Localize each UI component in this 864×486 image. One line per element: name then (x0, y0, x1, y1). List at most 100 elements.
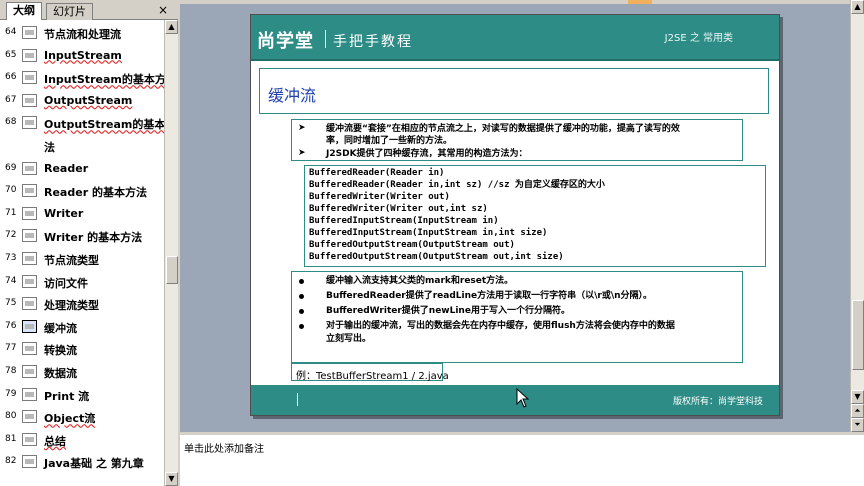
outline-item[interactable]: 80 Object流 (0, 406, 164, 428)
footer-mark (297, 393, 298, 406)
outline-item[interactable]: 68 OutputStream的基本方 (0, 112, 164, 134)
copyright: 版权所有：尚学堂科技 (672, 397, 763, 407)
outline-item[interactable]: 76 缓冲流 (0, 316, 164, 338)
outline-item-label[interactable]: Reader 的基本方法 (44, 184, 147, 200)
title-placeholder[interactable]: 缓冲流 (259, 68, 769, 114)
slide-icon[interactable] (22, 387, 37, 401)
slide-icon[interactable] (22, 410, 37, 424)
speaker-notes-pane[interactable]: 单击此处添加备注 (180, 432, 864, 486)
slide-number: 67 (5, 94, 17, 105)
scroll-up-icon[interactable]: ▲ (851, 0, 864, 14)
outline-item-label[interactable]: OutputStream的基本方 (44, 116, 164, 132)
next-slide-icon[interactable]: ⏷ (851, 418, 864, 432)
outline-item-label[interactable]: 总结 (44, 433, 66, 449)
outline-item-label[interactable]: 访问文件 (44, 275, 88, 291)
slide-number: 72 (5, 230, 17, 241)
slide-icon[interactable] (22, 319, 37, 333)
outline-item[interactable]: 法 (0, 135, 164, 157)
slide-icon[interactable] (22, 365, 37, 378)
outline-item-label[interactable]: Writer 的基本方法 (44, 229, 142, 245)
notes-placeholder[interactable]: 单击此处添加备注 (184, 440, 264, 455)
slide-icon[interactable] (22, 342, 37, 356)
outline-item-label[interactable]: 缓冲流 (44, 320, 77, 336)
outline-item-label[interactable]: InputStream的基本方法 (44, 71, 164, 87)
outline-item-label[interactable]: Object流 (44, 410, 95, 426)
outline-item[interactable]: 79 Print 流 (0, 384, 164, 406)
header-strip (251, 59, 779, 61)
slide-icon[interactable] (22, 48, 37, 62)
slide-canvas[interactable]: 尚学堂 手把手教程 J2SE 之 常用类 缓冲流 ➤ 缓冲流要“套接”在相应的节… (250, 14, 780, 416)
outline-item[interactable]: 67 OutputStream (0, 90, 164, 112)
outline-item-label[interactable]: Reader (44, 162, 88, 175)
slide-icon[interactable] (22, 93, 37, 107)
tab-slides[interactable]: 幻灯片 (46, 3, 93, 20)
scroll-down-icon[interactable]: ▼ (165, 472, 178, 486)
outline-item[interactable]: 66 InputStream的基本方法 (0, 67, 164, 89)
note-line: 对于输出的缓冲流，写出的数据会先在内存中缓存，使用flush方法将会使内存中的数… (326, 321, 675, 331)
slide-icon[interactable] (22, 432, 37, 446)
note-line: BufferedReader提供了readLine方法用于读取一行字符串（以\r… (326, 291, 653, 301)
slide-icon[interactable] (22, 184, 37, 198)
outline-item-label[interactable]: InputStream (44, 49, 122, 62)
slide-icon[interactable] (22, 274, 37, 288)
slide-icon[interactable] (22, 71, 37, 85)
outline-item-label[interactable]: 数据流 (44, 365, 77, 381)
previous-slide-icon[interactable]: ⏶ (851, 404, 864, 418)
outline-item[interactable]: 70 Reader 的基本方法 (0, 180, 164, 202)
slide-number: 78 (5, 366, 17, 376)
example-label[interactable]: 例：TestBufferStream1 / 2.java (291, 363, 449, 382)
outline-item-label[interactable]: Print 流 (44, 388, 89, 404)
code-line: BufferedReader(Reader in,int sz) //sz 为自… (309, 180, 605, 190)
slide-icon[interactable] (22, 297, 37, 311)
header-course: J2SE 之 常用类 (664, 33, 733, 44)
outline-item-label[interactable]: 法 (44, 139, 55, 155)
outline-item[interactable]: 82 Java基础 之 第九章 (0, 451, 164, 473)
example-text: 例：TestBufferStream1 / 2.java (296, 371, 449, 382)
outline-item[interactable]: 81 总结 (0, 429, 164, 451)
slide-scroll-thumb[interactable] (852, 300, 864, 370)
slide-icon[interactable] (22, 206, 37, 220)
slide-number: 68 (5, 117, 17, 128)
slide-icon[interactable] (22, 116, 37, 130)
outline-item-label[interactable]: 处理流类型 (44, 297, 99, 313)
close-icon[interactable]: × (158, 3, 168, 17)
slide-icon[interactable] (22, 455, 37, 469)
slide-icon[interactable] (22, 161, 37, 175)
slide-number: 66 (5, 72, 17, 83)
outline-item[interactable]: 65 InputStream (0, 45, 164, 67)
outline-item-label[interactable]: 转换流 (44, 342, 77, 358)
outline-item[interactable]: 77 转换流 (0, 338, 164, 360)
outline-item[interactable]: 72 Writer 的基本方法 (0, 225, 164, 247)
slide-icon[interactable] (22, 252, 37, 265)
outline-item-label[interactable]: 节点流和处理流 (44, 26, 121, 42)
outline-scroll-thumb[interactable] (166, 256, 178, 284)
slide-number: 77 (5, 343, 17, 354)
intro-line: 率，同时增加了一些新的方法。 (326, 136, 453, 146)
slide-icon[interactable] (22, 229, 37, 243)
bullet-dot-icon (299, 294, 304, 299)
outline-item[interactable]: 69 Reader (0, 158, 164, 180)
outline-item[interactable]: 73 节点流类型 (0, 248, 164, 270)
outline-scrollbar[interactable]: ▲ ▼ (164, 20, 178, 486)
slide-scrollbar[interactable]: ▲ ▼ ⏶ ⏷ (850, 0, 864, 432)
code-textbox[interactable]: BufferedReader(Reader in) BufferedReader… (304, 165, 766, 267)
outline-item[interactable]: 64 节点流和处理流 (0, 22, 164, 44)
note-line: 缓冲输入流支持其父类的mark和reset方法。 (326, 276, 514, 286)
outline-item-label[interactable]: Java基础 之 第九章 (44, 455, 144, 471)
code-line: BufferedOutputStream(OutputStream out,in… (309, 252, 564, 262)
outline-item-label[interactable]: OutputStream (44, 94, 132, 107)
outline-item[interactable]: 74 访问文件 (0, 271, 164, 293)
outline-item-label[interactable]: 节点流类型 (44, 252, 99, 268)
tab-outline[interactable]: 大纲 (6, 2, 42, 20)
outline-item[interactable]: 75 处理流类型 (0, 293, 164, 315)
scroll-down-icon[interactable]: ▼ (851, 390, 864, 404)
scroll-up-icon[interactable]: ▲ (165, 20, 178, 34)
notes-textbox[interactable]: 缓冲输入流支持其父类的mark和reset方法。 BufferedReader提… (291, 271, 743, 363)
outline-item[interactable]: 78 数据流 (0, 361, 164, 383)
outline-item-label[interactable]: Writer (44, 207, 83, 220)
slide-footer: 版权所有：尚学堂科技 (251, 385, 779, 415)
intro-textbox[interactable]: ➤ 缓冲流要“套接”在相应的节点流之上，对读写的数据提供了缓冲的功能，提高了读写… (291, 119, 743, 161)
slide-icon[interactable] (22, 26, 37, 39)
code-line: BufferedOutputStream(OutputStream out) (309, 240, 515, 250)
outline-item[interactable]: 71 Writer (0, 203, 164, 225)
